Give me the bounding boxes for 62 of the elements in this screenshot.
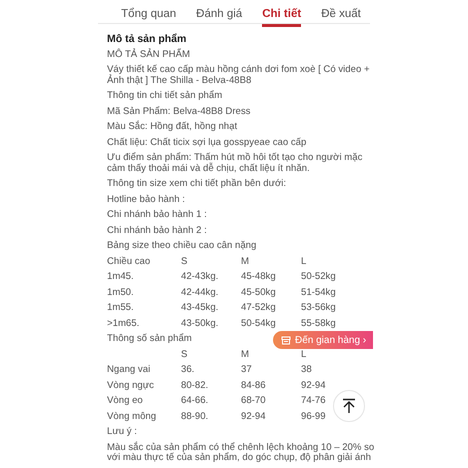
table-header: L [301, 350, 306, 360]
description-text: Mã Sản Phẩm: Belva-48B8 Dress [107, 106, 252, 117]
table-cell: Vòng ngực [107, 380, 154, 391]
table-cell: 42-44kg. [181, 288, 218, 298]
table-cell: 50-52kg [301, 272, 336, 282]
description-text: Ưu điểm sản phẩm: Thấm hút mồ hôi tốt tạo cho người mặc cảm thấy thoải mái và dễ chịu, chất liệu ít nhăn. [107, 153, 364, 174]
table-cell: 96-99 [301, 412, 326, 422]
table-cell: 47-52kg [241, 303, 276, 314]
description-text: Thông tin chi tiết sản phẩm [107, 91, 224, 102]
description-text: Lưu ý : [107, 427, 138, 438]
table-cell: 64-66. [181, 396, 208, 406]
table-header: S [181, 256, 188, 267]
table-cell: 88-90. [181, 412, 208, 422]
tab[interactable]: Đánh giá [196, 7, 242, 27]
table-cell: 55-58kg [301, 318, 336, 329]
table-cell: Ngang vai [107, 365, 150, 376]
table-cell: 42-43kg. [181, 272, 218, 282]
table-header: M [241, 350, 249, 360]
tab[interactable]: Chi tiết [262, 7, 302, 27]
table-cell: 84-86 [241, 380, 266, 391]
description-text: Chất liệu: Chất ticix sợi lụa gosspyeae cao cấp [107, 138, 308, 148]
table-cell: Vòng mông [107, 412, 156, 422]
table-cell: 80-82. [181, 380, 208, 391]
table-cell: 45-48kg [241, 272, 276, 282]
table-cell: 1m55. [107, 303, 134, 314]
table-cell: 53-56kg [301, 303, 336, 314]
table-cell: 51-54kg [301, 288, 336, 298]
table-cell: 92-94 [301, 380, 326, 391]
description-text: Thông tin size xem chi tiết phần bên dưới: [107, 179, 288, 190]
table-cell: >1m65. [107, 318, 140, 329]
table-cell: 1m50. [107, 288, 134, 298]
table-cell: 36. [181, 365, 194, 376]
description-text: Chi nhánh bảo hành 1 : [107, 210, 208, 220]
table-cell: 50-54kg [241, 318, 276, 329]
table-header: Chiều cao [107, 256, 150, 267]
description-text: MÔ TẢ SẢN PHẨM [107, 50, 191, 60]
table-cell: 37 [241, 365, 252, 376]
table-cell: 38 [301, 365, 312, 376]
arrow-up-icon [342, 398, 356, 414]
description-text: Bảng size theo chiều cao cân nặng [107, 241, 258, 252]
description-text: Váy thiết kế cao cấp màu hồng cánh dơi fom xoè [ Có video + Ảnh thật ] The Shilla - Belva-48B8 [107, 65, 371, 86]
table-header: S [181, 350, 188, 360]
table-cell: 92-94 [241, 412, 266, 422]
table-header: L [301, 256, 306, 267]
tab[interactable]: Tổng quan [121, 7, 176, 27]
description-text: Chi nhánh bảo hành 2 : [107, 226, 208, 236]
section-title: Mô tả sản phẩm [107, 34, 188, 44]
table-cell: 43-45kg. [181, 303, 218, 314]
store-icon [281, 336, 291, 344]
description-text: Thông số sản phẩm [107, 334, 192, 344]
table-cell: 68-70 [241, 396, 266, 406]
description-text: Màu Sắc: Hồng đất, hồng nhạt [107, 122, 238, 132]
table-cell: 43-50kg. [181, 318, 218, 329]
description-text: Hotline bảo hành : [107, 194, 186, 205]
tab[interactable]: Đề xuất [321, 7, 361, 27]
description-text: Màu sắc của sản phẩm có thể chênh lệch khoảng 10 – 20% so với màu thực tế của sản phẩm, do góc chụp, độ phân giải ánh [107, 442, 376, 464]
table-cell: Vòng eo [107, 396, 143, 406]
table-cell: 74-76 [301, 396, 326, 406]
table-cell: 1m45. [107, 272, 134, 282]
table-header: M [241, 256, 249, 267]
table-cell: 45-50kg [241, 288, 276, 298]
back-to-top-button[interactable] [333, 390, 365, 422]
